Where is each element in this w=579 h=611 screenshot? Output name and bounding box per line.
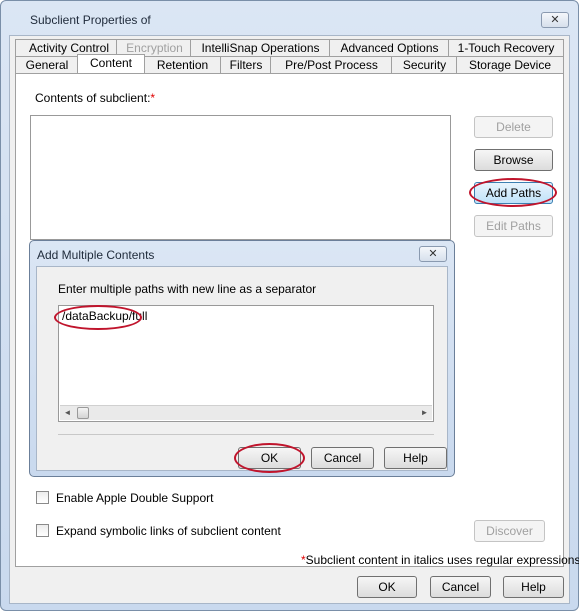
subclient-properties-window: Subclient Properties of ✕ Activity Contr… <box>0 0 579 611</box>
dialog-separator <box>58 434 434 435</box>
help-button[interactable]: Help <box>503 576 564 598</box>
required-marker: * <box>150 91 156 105</box>
scroll-right-icon[interactable]: ► <box>417 406 432 420</box>
close-icon: ✕ <box>550 14 560 26</box>
dialog-ok-button[interactable]: OK <box>238 447 301 469</box>
dialog-instruction: Enter multiple paths with new line as a … <box>58 282 317 296</box>
tab-label: Advanced Options <box>340 41 439 55</box>
window-titlebar[interactable]: Subclient Properties of ✕ <box>1 1 578 35</box>
tab-filters[interactable]: Filters <box>220 56 272 73</box>
subclient-contents-list[interactable] <box>30 115 451 240</box>
contents-label: Contents of subclient:* <box>35 91 155 105</box>
paths-text: /dataBackup/full <box>62 309 148 323</box>
expand-symlinks-label: Expand symbolic links of subclient conte… <box>56 524 281 538</box>
tab-label: 1-Touch Recovery <box>457 41 555 55</box>
italics-footnote: *Subclient content in italics uses regul… <box>301 553 579 567</box>
paths-textarea[interactable]: /dataBackup/full ◄ ► <box>58 305 434 422</box>
ok-button[interactable]: OK <box>357 576 417 598</box>
delete-button: Delete <box>474 116 553 138</box>
dialog-cancel-button[interactable]: Cancel <box>311 447 374 469</box>
dialog-close-button[interactable]: ✕ <box>419 246 447 262</box>
tab-general[interactable]: General <box>15 56 79 73</box>
apple-double-label: Enable Apple Double Support <box>56 491 214 505</box>
tab-intellisnap-operations[interactable]: IntelliSnap Operations <box>190 39 331 56</box>
tab-storage-device[interactable]: Storage Device <box>456 56 564 73</box>
tab-security[interactable]: Security <box>391 56 458 73</box>
dialog-help-button[interactable]: Help <box>384 447 447 469</box>
browse-button[interactable]: Browse <box>474 149 553 171</box>
cancel-button[interactable]: Cancel <box>430 576 491 598</box>
horizontal-scrollbar[interactable]: ◄ ► <box>60 405 432 420</box>
tab-advanced-options[interactable]: Advanced Options <box>329 39 450 56</box>
tab-label: Storage Device <box>468 58 552 72</box>
tab-label: Content <box>89 56 133 70</box>
scroll-left-icon[interactable]: ◄ <box>60 406 75 420</box>
add-multiple-contents-dialog: Add Multiple Contents ✕ Enter multiple p… <box>29 240 455 477</box>
expand-symlinks-checkbox[interactable] <box>36 524 49 537</box>
tab-label: General <box>25 58 69 72</box>
footnote-text: Subclient content in italics uses regula… <box>305 553 579 567</box>
tab-label: IntelliSnap Operations <box>201 41 320 55</box>
scrollbar-thumb[interactable] <box>77 407 89 419</box>
edit-paths-button: Edit Paths <box>474 215 553 237</box>
dialog-title: Add Multiple Contents <box>37 248 155 262</box>
window-title: Subclient Properties of <box>30 13 151 27</box>
contents-label-text: Contents of subclient: <box>35 91 151 105</box>
tab-label: Encryption <box>126 41 183 55</box>
dialog-client-area: Enter multiple paths with new line as a … <box>36 266 448 473</box>
add-paths-button[interactable]: Add Paths <box>474 182 553 204</box>
tab-retention[interactable]: Retention <box>143 56 222 73</box>
tab-label: Pre/Post Process <box>285 58 378 72</box>
window-close-button[interactable]: ✕ <box>541 12 569 28</box>
tab-1-touch-recovery[interactable]: 1-Touch Recovery <box>448 39 564 56</box>
apple-double-checkbox[interactable] <box>36 491 49 504</box>
tab-label: Retention <box>156 58 209 72</box>
tab-label: Filters <box>229 58 263 72</box>
tab-label: Security <box>402 58 447 72</box>
close-icon: ✕ <box>428 248 438 260</box>
tab-pre-post-process[interactable]: Pre/Post Process <box>270 56 393 73</box>
tab-content[interactable]: Content <box>77 54 145 73</box>
tab-label: Activity Control <box>28 41 110 55</box>
discover-button: Discover <box>474 520 545 542</box>
